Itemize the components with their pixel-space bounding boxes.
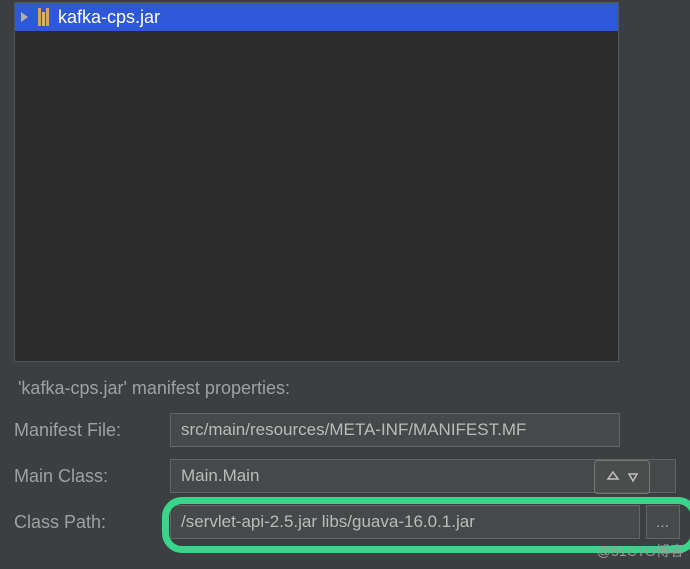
jar-icon: [38, 8, 52, 26]
expand-arrow-icon[interactable]: [21, 12, 28, 22]
class-path-browse-button[interactable]: …: [646, 505, 680, 539]
floating-action-widget[interactable]: [594, 460, 650, 494]
artifact-name: kafka-cps.jar: [58, 7, 160, 28]
main-class-row: Main Class:: [14, 459, 676, 493]
properties-title: 'kafka-cps.jar' manifest properties:: [14, 378, 676, 399]
watermark-text: @51CTO博客: [597, 541, 684, 561]
class-path-row: Class Path: …: [14, 505, 676, 539]
manifest-file-row: Manifest File:: [14, 413, 676, 447]
artifact-tree-panel[interactable]: kafka-cps.jar: [14, 2, 619, 362]
manifest-properties-panel: 'kafka-cps.jar' manifest properties: Man…: [14, 368, 676, 551]
class-path-label: Class Path:: [14, 512, 158, 533]
arrow-up-icon: [604, 470, 622, 484]
artifact-tree-item[interactable]: kafka-cps.jar: [15, 3, 618, 31]
main-class-label: Main Class:: [14, 466, 158, 487]
manifest-file-label: Manifest File:: [14, 420, 158, 441]
arrow-down-icon: [626, 470, 640, 484]
class-path-input[interactable]: [170, 505, 640, 539]
manifest-file-input[interactable]: [170, 413, 620, 447]
